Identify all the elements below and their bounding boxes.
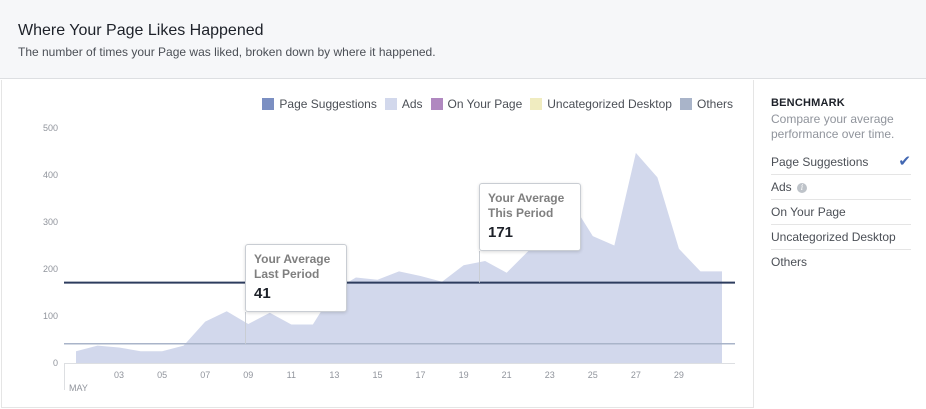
legend-item-others[interactable]: Others bbox=[679, 97, 733, 111]
x-tick-label: 15 bbox=[372, 370, 382, 380]
tooltip-label-line1: Your Average bbox=[254, 252, 331, 266]
y-tick-label: 200 bbox=[43, 264, 58, 274]
legend-swatch bbox=[530, 98, 543, 110]
x-tick-label: 23 bbox=[545, 370, 555, 380]
x-tick-label: 03 bbox=[114, 370, 124, 380]
checkmark-icon: ✔ bbox=[898, 153, 911, 170]
header: Where Your Page Likes Happened The numbe… bbox=[0, 0, 926, 79]
x-tick-label: 29 bbox=[674, 370, 684, 380]
benchmark-sidebar: BENCHMARK Compare your average performan… bbox=[771, 97, 911, 274]
chart-panel: 0 100 200 300 400 500 03 05 07 09 11 13 15 17 19 21 23 25… bbox=[1, 80, 754, 408]
legend-swatch bbox=[262, 98, 275, 110]
tooltip-this-period: Your Average This Period 171 bbox=[479, 183, 581, 251]
benchmark-item-label: Uncategorized Desktop bbox=[771, 230, 896, 244]
benchmark-item-ads[interactable]: Ads i bbox=[771, 175, 911, 200]
y-tick-label: 0 bbox=[53, 358, 58, 368]
legend-label: Others bbox=[696, 97, 733, 111]
y-tick-label: 500 bbox=[43, 123, 58, 133]
benchmark-item-uncategorized-desktop[interactable]: Uncategorized Desktop bbox=[771, 225, 911, 250]
x-month-label: MAY bbox=[69, 383, 88, 393]
benchmark-item-label: Ads bbox=[771, 180, 792, 194]
benchmark-title: BENCHMARK bbox=[771, 97, 845, 109]
legend-item-ads[interactable]: Ads bbox=[384, 97, 423, 111]
tooltip-value: 171 bbox=[488, 224, 514, 241]
legend-item-page-suggestions[interactable]: Page Suggestions bbox=[262, 97, 377, 111]
legend-item-on-your-page[interactable]: On Your Page bbox=[430, 97, 523, 111]
benchmark-item-label: Page Suggestions bbox=[771, 155, 869, 169]
x-tick-label: 07 bbox=[200, 370, 210, 380]
page-subtitle: The number of times your Page was liked,… bbox=[18, 45, 436, 59]
x-tick-label: 17 bbox=[416, 370, 426, 380]
y-tick-label: 100 bbox=[43, 311, 58, 321]
legend-swatch bbox=[679, 98, 692, 110]
likes-area-chart: 0 100 200 300 400 500 03 05 07 09 11 13 15 17 19 21 23 25… bbox=[43, 123, 735, 393]
legend-label: Ads bbox=[401, 97, 423, 111]
benchmark-item-label: On Your Page bbox=[771, 205, 846, 219]
tooltip-label-line1: Your Average bbox=[488, 191, 565, 205]
page-title: Where Your Page Likes Happened bbox=[18, 22, 264, 39]
legend-label: On Your Page bbox=[447, 97, 523, 111]
x-tick-label: 21 bbox=[502, 370, 512, 380]
y-tick-label: 400 bbox=[43, 170, 58, 180]
legend-swatch bbox=[430, 98, 443, 110]
legend-swatch bbox=[384, 98, 397, 110]
x-tick-label: 27 bbox=[631, 370, 641, 380]
legend-item-uncategorized-desktop[interactable]: Uncategorized Desktop bbox=[530, 97, 672, 111]
chart-legend: Page Suggestions Ads On Your Page Uncate… bbox=[262, 97, 733, 111]
x-tick-label: 19 bbox=[459, 370, 469, 380]
x-tick-label: 11 bbox=[287, 370, 296, 380]
tooltip-value: 41 bbox=[254, 285, 271, 302]
x-tick-label: 13 bbox=[329, 370, 339, 380]
x-tick-label: 25 bbox=[588, 370, 598, 380]
x-tick-label: 09 bbox=[243, 370, 253, 380]
benchmark-description: Compare your average performance over ti… bbox=[771, 112, 895, 141]
info-icon[interactable]: i bbox=[797, 182, 808, 193]
benchmark-item-page-suggestions[interactable]: Page Suggestions ✔ bbox=[771, 150, 911, 175]
legend-label: Uncategorized Desktop bbox=[547, 97, 672, 111]
benchmark-item-others[interactable]: Others bbox=[771, 250, 911, 274]
series-area-ads bbox=[76, 152, 722, 363]
benchmark-item-on-your-page[interactable]: On Your Page bbox=[771, 200, 911, 225]
y-tick-label: 300 bbox=[43, 217, 58, 227]
benchmark-item-label: Others bbox=[771, 255, 808, 269]
tooltip-label-line2: Last Period bbox=[254, 267, 320, 281]
x-tick-label: 05 bbox=[157, 370, 167, 380]
tooltip-last-period: Your Average Last Period 41 bbox=[245, 244, 347, 312]
legend-label: Page Suggestions bbox=[279, 97, 377, 111]
tooltip-label-line2: This Period bbox=[488, 206, 554, 220]
